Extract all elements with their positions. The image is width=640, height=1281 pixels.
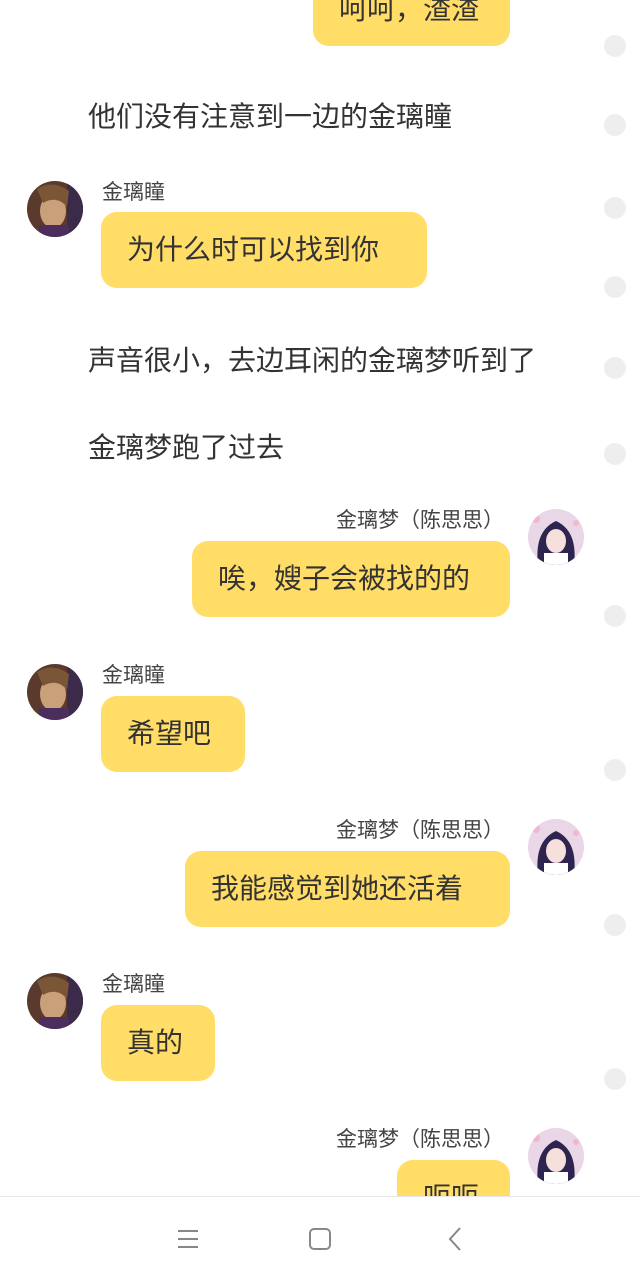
avatar[interactable] [528,819,584,875]
narration-text: 金璃梦跑了过去 [88,431,285,464]
message-bubble-left[interactable]: 真的 [101,1005,215,1081]
anime-girl-avatar-icon [528,1128,584,1184]
anime-girl-avatar-icon [528,509,584,565]
male-character-avatar-icon [27,664,83,720]
message-bubble-right[interactable]: 呵呵，渣渣 [313,0,510,46]
narration-text: 他们没有注意到一边的金璃瞳 [88,100,453,133]
anime-girl-avatar-icon [528,819,584,875]
sender-name: 金璃梦（陈思思） [336,508,504,532]
message-bubble-right[interactable]: 我能感觉到她还活着 [185,851,510,927]
back-button[interactable] [433,1217,477,1261]
sender-name: 金璃瞳 [102,972,165,996]
side-dot [604,1068,626,1090]
message-bubble-right[interactable]: 呃呃 [397,1160,510,1196]
sender-name: 金璃梦（陈思思） [336,818,504,842]
message-bubble-left[interactable]: 希望吧 [101,696,245,772]
avatar[interactable] [27,664,83,720]
sender-name: 金璃瞳 [102,663,165,687]
back-chevron-icon [448,1227,461,1251]
sender-name: 金璃瞳 [102,180,165,204]
male-character-avatar-icon [27,973,83,1029]
side-dot [604,35,626,57]
avatar[interactable] [528,1128,584,1184]
side-dot [604,914,626,936]
home-square-icon [309,1228,331,1250]
male-character-avatar-icon [27,181,83,237]
message-bubble-right[interactable]: 唉，嫂子会被找的的 [192,541,510,617]
message-bubble-left[interactable]: 为什么时可以找到你 [101,212,427,288]
menu-icon [178,1230,198,1248]
avatar[interactable] [528,509,584,565]
menu-button[interactable] [166,1217,210,1261]
avatar[interactable] [27,973,83,1029]
sender-name: 金璃梦（陈思思） [336,1127,504,1151]
side-dot [604,605,626,627]
side-dot [604,357,626,379]
side-dot [604,197,626,219]
narration-text: 声音很小，去边耳闲的金璃梦听到了 [88,344,537,377]
chat-area[interactable]: 呵呵，渣渣 他们没有注意到一边的金璃瞳 金璃瞳 为什么时可以找到你 声音很小，去… [0,0,640,1196]
side-dot [604,114,626,136]
side-dot [604,443,626,465]
side-dot [604,276,626,298]
system-nav-bar [0,1196,640,1281]
avatar[interactable] [27,181,83,237]
home-button[interactable] [298,1217,342,1261]
side-dot [604,759,626,781]
